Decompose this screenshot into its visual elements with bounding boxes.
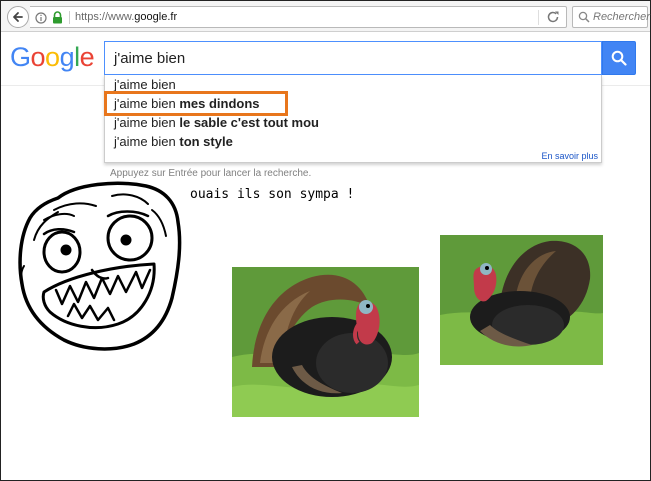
browser-search-bar[interactable]: Rechercher	[572, 6, 650, 28]
enter-hint: Appuyez sur Entrée pour lancer la recher…	[110, 168, 312, 179]
reload-icon[interactable]	[546, 10, 560, 24]
url-text[interactable]: https://www.google.fr	[75, 11, 177, 23]
search-query: j'aime bien	[114, 50, 186, 67]
logo-letter: g	[59, 42, 75, 72]
suggestion-prefix: j'aime bien	[114, 77, 176, 92]
suggestion-completion: mes dindons	[179, 96, 260, 111]
google-logo[interactable]: Google	[10, 42, 95, 73]
info-icon[interactable]	[35, 12, 47, 24]
suggestion-prefix: j'aime bien	[114, 96, 180, 111]
search-icon	[611, 50, 627, 66]
browser-toolbar: https://www.google.fr Rechercher	[1, 1, 650, 32]
back-button[interactable]	[7, 6, 29, 28]
suggestion-completion: ton style	[179, 134, 233, 149]
turkey-photo	[232, 267, 419, 417]
suggestion-item[interactable]: j'aime bien ton style	[114, 133, 233, 150]
suggestion-prefix: j'aime bien	[114, 134, 180, 149]
url-prefix: https://www.	[75, 11, 135, 23]
back-arrow-icon	[13, 12, 23, 22]
turkey-photo	[440, 235, 603, 365]
address-bar[interactable]: https://www.google.fr	[30, 6, 567, 28]
logo-letter: o	[30, 42, 46, 72]
turkey-image	[440, 235, 603, 365]
suggestion-item[interactable]: j'aime bien mes dindons	[114, 95, 260, 112]
search-input[interactable]: j'aime bien	[104, 41, 602, 75]
url-domain: google.fr	[134, 11, 178, 23]
logo-letter: o	[45, 42, 60, 72]
lock-icon[interactable]	[52, 11, 63, 24]
suggestions-dropdown: j'aime bien j'aime bien mes dindons j'ai…	[104, 75, 602, 163]
meme-caption: ouais ils son sympa !	[190, 187, 355, 202]
url-separator	[69, 11, 70, 24]
rage-face-drawing	[18, 181, 182, 351]
turkey-image	[232, 267, 419, 417]
reload-separator	[538, 10, 539, 25]
logo-letter: G	[10, 42, 31, 72]
logo-letter: e	[79, 42, 95, 72]
suggestion-prefix: j'aime bien	[114, 115, 180, 130]
search-icon	[578, 11, 590, 23]
browser-search-placeholder: Rechercher	[593, 11, 650, 23]
suggestion-completion: le sable c'est tout mou	[179, 115, 319, 130]
suggestion-item[interactable]: j'aime bien le sable c'est tout mou	[114, 114, 319, 131]
search-button[interactable]	[602, 41, 636, 75]
suggestion-item[interactable]: j'aime bien	[114, 76, 176, 93]
learn-more-link[interactable]: En savoir plus	[541, 151, 598, 161]
